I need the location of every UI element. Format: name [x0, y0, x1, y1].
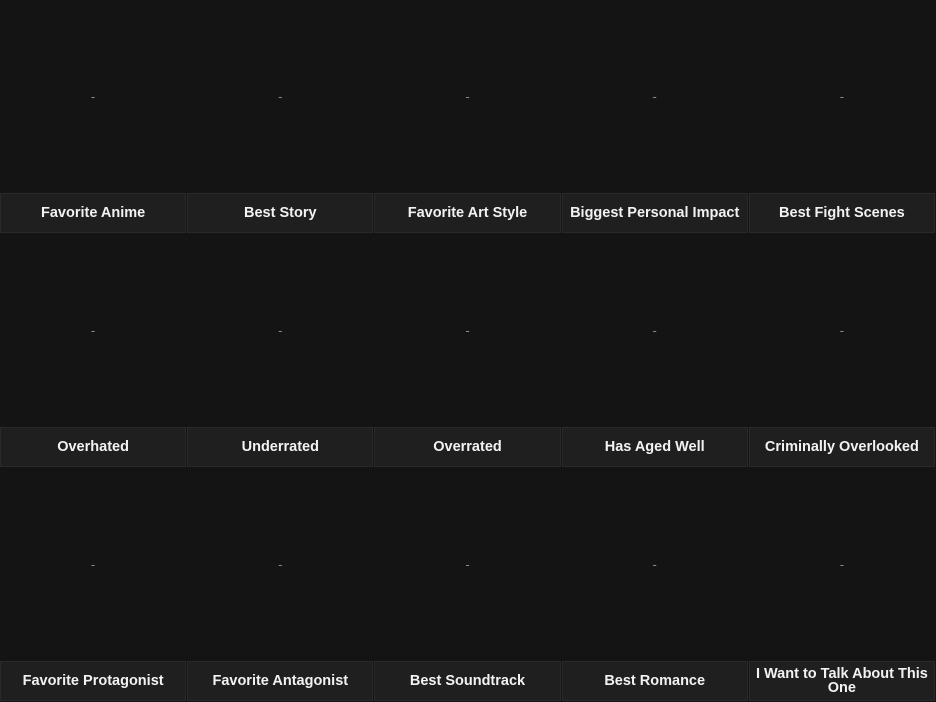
tile-overrated[interactable]: - Overrated — [374, 234, 561, 468]
tile-label: Favorite Anime — [0, 193, 187, 233]
image-slot[interactable]: - — [374, 234, 561, 427]
tile-favorite-antagonist[interactable]: - Favorite Antagonist — [187, 468, 374, 702]
image-slot[interactable]: - — [561, 468, 748, 661]
tile-label: Biggest Personal Impact — [561, 193, 748, 233]
tile-label: Underrated — [187, 427, 374, 467]
tile-label: Has Aged Well — [561, 427, 748, 467]
empty-placeholder: - — [652, 557, 657, 572]
tile-label: Favorite Protagonist — [0, 661, 187, 701]
empty-placeholder: - — [465, 323, 470, 338]
tile-label: I Want to Talk About This One — [748, 661, 935, 701]
category-grid: - Favorite Anime - Best Story - Favorite… — [0, 0, 936, 702]
image-slot[interactable]: - — [0, 468, 187, 661]
image-slot[interactable]: - — [187, 468, 374, 661]
tile-want-to-talk-about[interactable]: - I Want to Talk About This One — [748, 468, 935, 702]
empty-placeholder: - — [90, 89, 96, 104]
tile-label: Best Romance — [561, 661, 748, 701]
tile-label: Overhated — [0, 427, 187, 467]
tile-overhated[interactable]: - Overhated — [0, 234, 187, 468]
empty-placeholder: - — [278, 323, 283, 338]
empty-placeholder: - — [839, 323, 845, 338]
image-slot[interactable]: - — [187, 0, 374, 193]
image-slot[interactable]: - — [0, 0, 187, 193]
tile-best-story[interactable]: - Best Story — [187, 0, 374, 234]
image-slot[interactable]: - — [187, 234, 374, 427]
tile-label: Best Story — [187, 193, 374, 233]
image-slot[interactable]: - — [374, 468, 561, 661]
tile-label: Favorite Art Style — [374, 193, 561, 233]
tile-biggest-personal-impact[interactable]: - Biggest Personal Impact — [561, 0, 748, 234]
tile-favorite-protagonist[interactable]: - Favorite Protagonist — [0, 468, 187, 702]
empty-placeholder: - — [278, 557, 283, 572]
empty-placeholder: - — [465, 557, 470, 572]
image-slot[interactable]: - — [748, 234, 935, 427]
tile-favorite-anime[interactable]: - Favorite Anime — [0, 0, 187, 234]
empty-placeholder: - — [90, 557, 96, 572]
image-slot[interactable]: - — [748, 0, 935, 193]
tile-label: Overrated — [374, 427, 561, 467]
empty-placeholder: - — [652, 323, 657, 338]
empty-placeholder: - — [652, 89, 657, 104]
tile-underrated[interactable]: - Underrated — [187, 234, 374, 468]
empty-placeholder: - — [278, 89, 283, 104]
image-slot[interactable]: - — [374, 0, 561, 193]
image-slot[interactable]: - — [748, 468, 935, 661]
tile-label: Favorite Antagonist — [187, 661, 374, 701]
tile-label: Best Fight Scenes — [748, 193, 935, 233]
empty-placeholder: - — [839, 557, 845, 572]
tile-best-soundtrack[interactable]: - Best Soundtrack — [374, 468, 561, 702]
tile-favorite-art-style[interactable]: - Favorite Art Style — [374, 0, 561, 234]
tile-label: Best Soundtrack — [374, 661, 561, 701]
empty-placeholder: - — [465, 89, 470, 104]
tile-best-romance[interactable]: - Best Romance — [561, 468, 748, 702]
image-slot[interactable]: - — [561, 234, 748, 427]
empty-placeholder: - — [90, 323, 96, 338]
tile-has-aged-well[interactable]: - Has Aged Well — [561, 234, 748, 468]
tile-criminally-overlooked[interactable]: - Criminally Overlooked — [748, 234, 935, 468]
image-slot[interactable]: - — [561, 0, 748, 193]
image-slot[interactable]: - — [0, 234, 187, 427]
tile-label: Criminally Overlooked — [748, 427, 935, 467]
empty-placeholder: - — [839, 89, 845, 104]
tile-best-fight-scenes[interactable]: - Best Fight Scenes — [748, 0, 935, 234]
